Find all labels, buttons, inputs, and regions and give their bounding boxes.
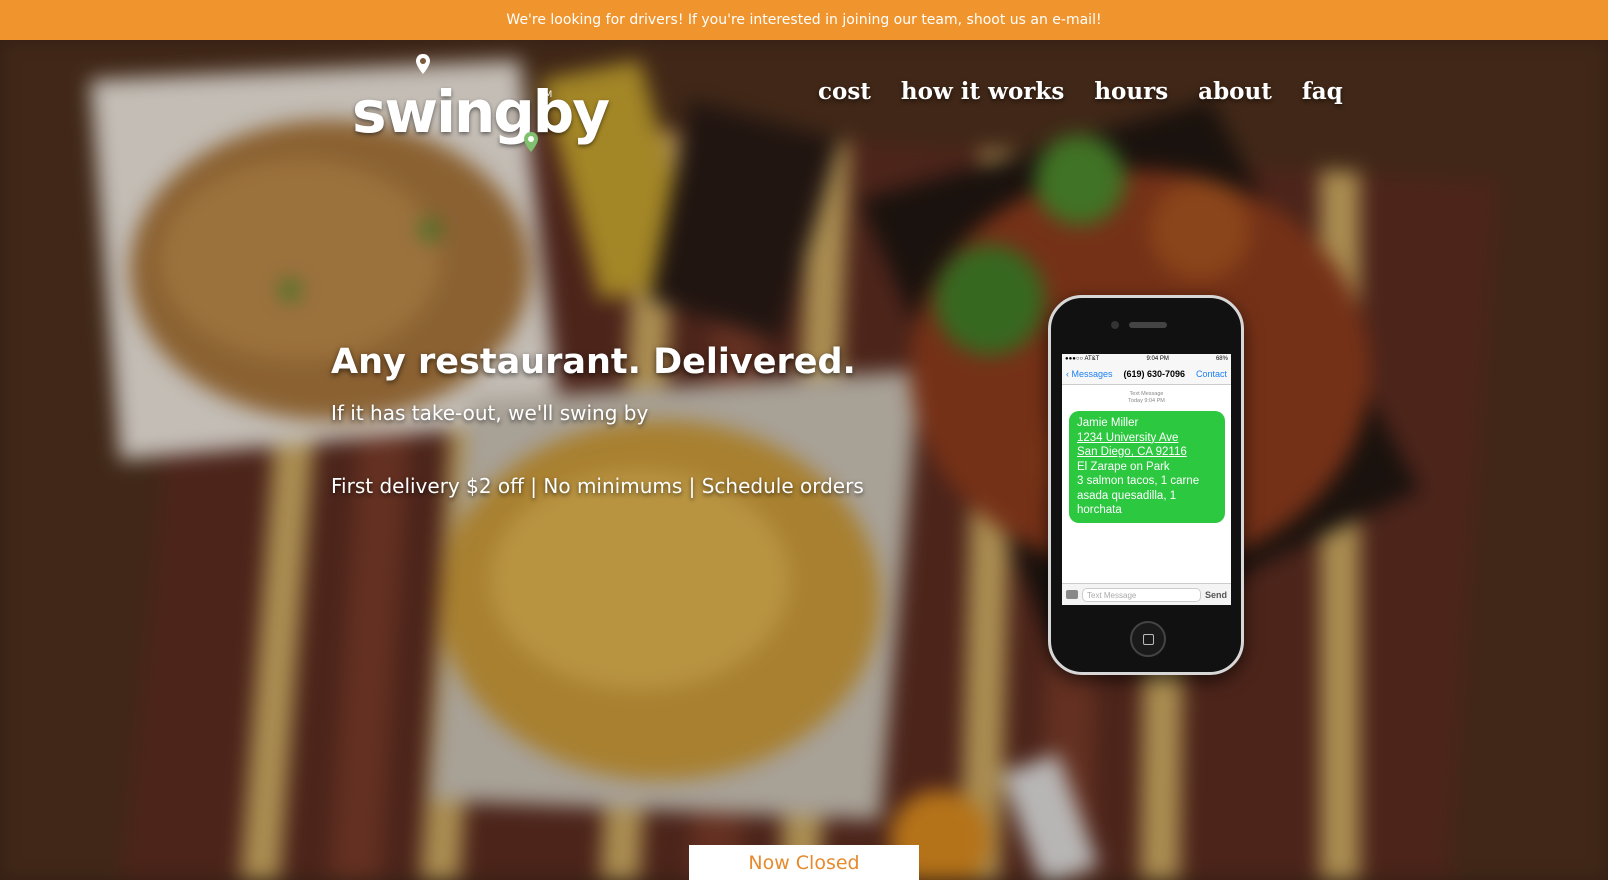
driver-recruitment-banner: We're looking for drivers! If you're int… [0,0,1608,40]
message-timestamp: Today 9:04 PM [1128,398,1165,404]
phone-camera [1111,321,1119,329]
hero-subhead: If it has take-out, we'll swing by [331,401,649,425]
phone-screen: ●●●○○ AT&T 9:04 PM 68% ‹ Messages (619) … [1062,354,1231,605]
phone-mockup: ●●●○○ AT&T 9:04 PM 68% ‹ Messages (619) … [1048,295,1244,675]
open-status-button[interactable]: Now Closed [689,845,919,880]
trademark-mark: TM [539,90,553,100]
phone-status-bar: ●●●○○ AT&T 9:04 PM 68% [1062,354,1231,364]
main-nav: cost how it works hours about faq [818,78,1343,105]
messages-header: ‹ Messages (619) 630-7096 Contact [1062,364,1231,385]
message-name: Jamie Miller [1077,417,1139,429]
phone-home-button [1130,621,1166,657]
messages-back-link: ‹ Messages [1066,369,1113,379]
hero-features: First delivery $2 off | No minimums | Sc… [331,474,864,498]
message-address-line2: San Diego, CA 92116 [1077,446,1187,458]
camera-icon [1066,590,1078,599]
nav-about[interactable]: about [1198,78,1272,105]
message-order: 3 salmon tacos, 1 carne asada quesadilla… [1077,475,1200,516]
location-pin-green-icon [524,132,538,152]
banner-text: We're looking for drivers! If you're int… [506,12,1102,28]
phone-speaker [1129,322,1167,328]
nav-hours[interactable]: hours [1094,78,1168,105]
background-overlay [0,40,1608,880]
compose-input: Text Message [1082,587,1201,602]
send-label: Send [1204,589,1227,600]
location-pin-icon [416,54,430,74]
home-square-icon [1142,633,1154,645]
back-label: Messages [1071,369,1113,379]
nav-how-it-works[interactable]: how it works [901,78,1064,105]
logo-wordmark: swingby [352,78,610,146]
swingby-logo[interactable]: swingby TM [352,54,610,170]
message-restaurant: El Zarape on Park [1077,460,1170,473]
contact-link: Contact [1195,369,1227,379]
battery-label: 68% [1215,356,1228,362]
hero-headline: Any restaurant. Delivered. [331,342,856,382]
nav-faq[interactable]: faq [1302,78,1343,105]
compose-bar: Text Message Send [1062,583,1231,605]
carrier-label: ●●●○○ AT&T [1065,356,1100,362]
message-meta: Text Message Today 9:04 PM [1062,391,1231,405]
message-type-label: Text Message [1129,391,1164,397]
status-time: 9:04 PM [1146,356,1169,362]
order-message-bubble: Jamie Miller 1234 University Ave San Die… [1069,411,1225,523]
nav-cost[interactable]: cost [818,78,871,105]
hero-section: swingby TM cost how it works hours about… [0,40,1608,880]
message-address-line1: 1234 University Ave [1077,431,1179,444]
contact-number: (619) 630-7096 [1123,369,1186,379]
